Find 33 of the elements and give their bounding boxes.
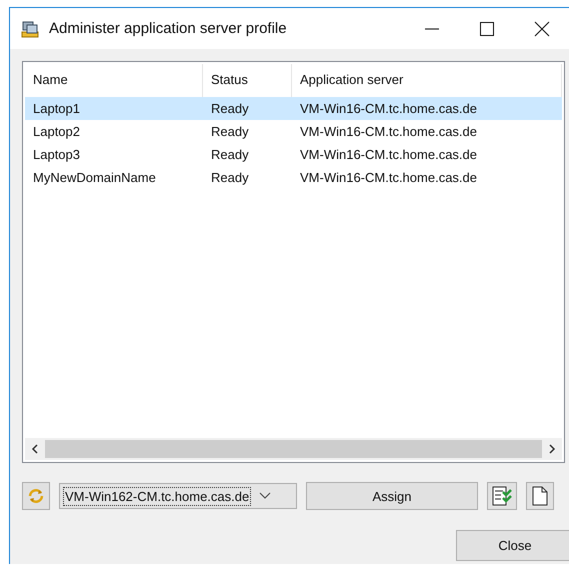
table-row[interactable]: Laptop1 Ready VM-Win16-CM.tc.home.cas.de	[25, 97, 562, 120]
new-document-button[interactable]	[526, 482, 554, 510]
table-cell-text: Laptop3	[32, 147, 81, 162]
scroll-left-icon[interactable]	[31, 444, 39, 454]
scrollbar-thumb[interactable]	[45, 440, 542, 458]
table-cell-text: VM-Win16-CM.tc.home.cas.de	[299, 101, 478, 116]
maximize-icon[interactable]	[479, 20, 495, 36]
table-row[interactable]: MyNewDomainName Ready VM-Win16-CM.tc.home.cas.de	[25, 166, 562, 189]
table-cell-text: VM-Win16-CM.tc.home.cas.de	[299, 124, 478, 139]
table-cell-text: MyNewDomainName	[32, 170, 157, 185]
checklist-button[interactable]	[487, 482, 517, 510]
horizontal-scrollbar[interactable]	[25, 438, 562, 460]
table-row[interactable]: Laptop2 Ready VM-Win16-CM.tc.home.cas.de	[25, 120, 562, 143]
document-icon	[532, 486, 548, 506]
table-cell-text: Ready	[210, 147, 250, 162]
table-cell-text: Laptop2	[32, 124, 81, 139]
table-cell-text: Ready	[210, 101, 250, 116]
table-row[interactable]: Laptop3 Ready VM-Win16-CM.tc.home.cas.de	[25, 143, 562, 166]
table-cell-text: Ready	[210, 170, 250, 185]
assign-button[interactable]: Assign	[306, 482, 478, 510]
checklist-icon	[492, 486, 512, 506]
computers-icon	[21, 20, 39, 38]
refresh-icon	[27, 487, 45, 505]
table-cell-text: Ready	[210, 124, 250, 139]
scroll-right-icon[interactable]	[548, 444, 556, 454]
chevron-down-icon	[259, 492, 272, 500]
close-icon[interactable]	[534, 20, 550, 36]
close-button[interactable]: Close	[456, 530, 569, 561]
table-cell-text: VM-Win16-CM.tc.home.cas.de	[299, 170, 478, 185]
table-cell-text: VM-Win16-CM.tc.home.cas.de	[299, 147, 478, 162]
server-dropdown[interactable]: VM-Win162-CM.tc.home.cas.de	[59, 483, 297, 509]
window-title: Administer application server profile	[49, 20, 287, 37]
table-cell-text: Laptop1	[32, 101, 81, 116]
